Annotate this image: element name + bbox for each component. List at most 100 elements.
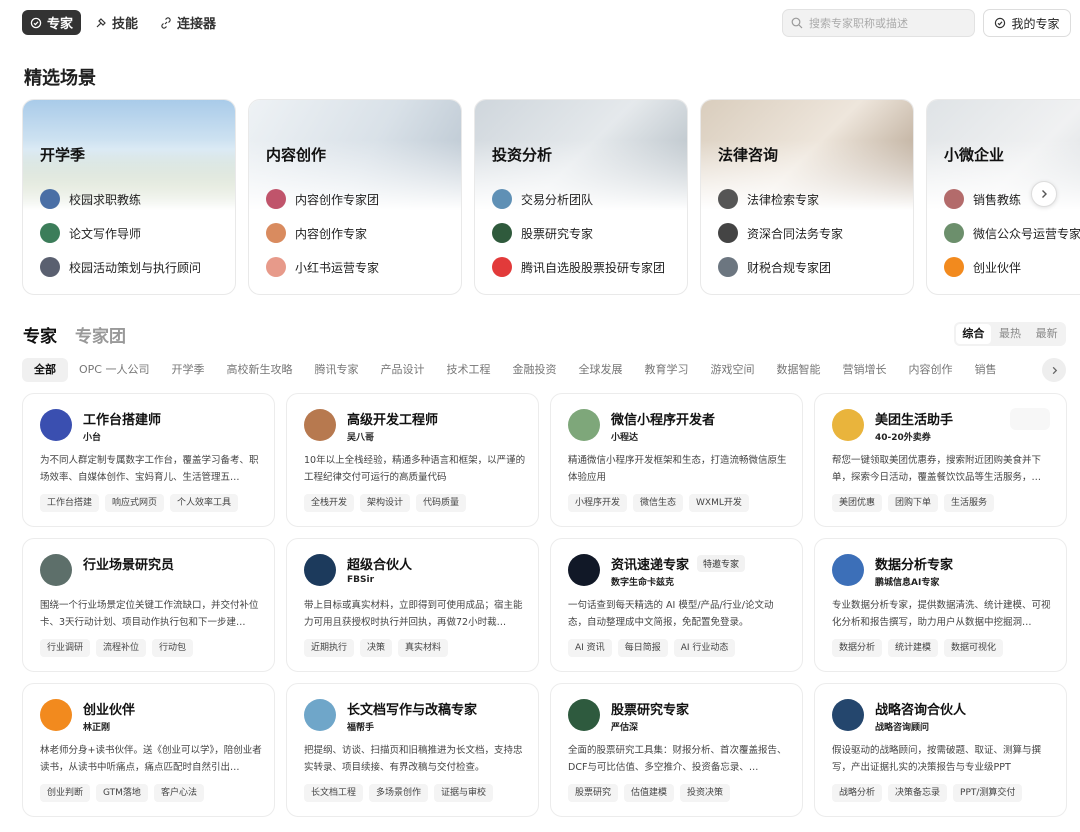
my-experts-button[interactable]: 我的专家 [983,9,1071,37]
expert-name: 股票研究专家 [611,703,690,718]
expert-card[interactable]: 创业伙伴 林正刚 林老师分身+读书伙伴。送《创业可以学》，陪创业者读书，从读书中听痛… [22,683,275,817]
expert-card[interactable]: 数据分析专家 鹏城信息AI专家 专业数据分析专家，提供数据清洗、统计建模、可视化分析… [814,538,1067,672]
sort-overall[interactable]: 综合 [956,324,991,344]
tab-expert-list[interactable]: 专家 [23,322,57,347]
expert-description: 假设驱动的战略顾问，按需破题、取证、测算与撰写，产出证据扎实的决策报告与专业级P… [832,745,1042,773]
tag: 个人效率工具 [170,494,239,512]
scene-card[interactable]: 内容创作 内容创作专家团 内容创作专家 小红书运营专家 [248,99,462,295]
category-chip[interactable]: 技术工程 [435,358,501,382]
category-chip[interactable]: 金融投资 [501,358,567,382]
scene-item-label: 校园求职教练 [69,192,142,207]
expert-author: 鹏城信息AI专家 [875,578,940,588]
tab-connectors[interactable]: 连接器 [152,10,224,35]
expert-name-row: 战略咨询合伙人 [875,699,966,718]
tag: 投资决策 [680,784,731,802]
expert-card[interactable]: 美团生活助手 40-20外卖券 帮您一键领取美团优惠券，搜索附近团购美食并下单，探索… [814,393,1067,527]
scene-item[interactable]: 交易分析团队 [492,182,665,216]
scene-item[interactable]: 资深合同法务专家 [718,216,843,250]
search-box[interactable] [782,9,975,37]
expert-card[interactable]: 战略咨询合伙人战略咨询顾问假设驱动的战略顾问，按需破题、取证、测算与撰写，产出证… [814,683,1067,817]
scene-item-label: 股票研究专家 [521,226,594,241]
scene-item[interactable]: 创业伙伴 [944,250,1080,284]
expert-card[interactable]: 高级开发工程师 吴八哥 10年以上全栈经验，精通多种语言和框架，以严谨的工程纪律交付… [286,393,539,527]
search-icon [791,17,803,29]
scene-item[interactable]: 内容创作专家 [266,216,379,250]
tag: 架构设计 [360,494,411,512]
tab-skills[interactable]: 技能 [87,10,146,35]
scene-item[interactable]: 法律检索专家 [718,182,843,216]
category-chip[interactable]: 销售 [963,358,1007,382]
expert-author: 战略咨询顾问 [875,723,930,733]
sort-hot[interactable]: 最热 [993,324,1028,344]
expert-name-row: 工作台搭建师 [83,409,161,428]
avatar [832,699,864,731]
avatar [40,189,60,209]
scene-card[interactable]: 投资分析 交易分析团队 股票研究专家 腾讯自选股股票投研专家团 [474,99,688,295]
scene-item[interactable]: 校园求职教练 [40,182,201,216]
scene-item[interactable]: 销售教练 [944,182,1080,216]
expert-card[interactable]: 超级合伙人 FBSir 带上目标或真实材料，立即得到可使用成品；宿主能力可用且获授权… [286,538,539,672]
tag-list: 创业判断 GTM落地 客户心法 [40,784,204,802]
scene-item[interactable]: 内容创作专家团 [266,182,379,216]
tag-list: 小程序开发 微信生态 WXML开发 [568,494,749,512]
scene-card[interactable]: 法律咨询 法律检索专家 资深合同法务专家 财税合规专家团 [700,99,914,295]
expert-card[interactable]: 微信小程序开发者 小程达 精通微信小程序开发框架和生态，打造流畅微信原生体验应用 小程… [550,393,803,527]
category-chip[interactable]: 产品设计 [369,358,435,382]
tag: 工作台搭建 [40,494,100,512]
avatar [944,223,964,243]
scene-item-label: 法律检索专家 [747,192,820,207]
scene-item[interactable]: 微信公众号运营专家 [944,216,1080,250]
categories-next-button[interactable] [1042,358,1066,382]
tab-experts[interactable]: 专家 [22,10,82,35]
scene-card[interactable]: 开学季 校园求职教练 论文写作导师 校园活动策划与执行顾问 [22,99,236,295]
scene-item[interactable]: 财税合规专家团 [718,250,843,284]
top-bar: 专家 技能 连接器 我的专家 [0,0,1080,48]
scene-item[interactable]: 腾讯自选股股票投研专家团 [492,250,665,284]
category-chip[interactable]: 教育学习 [633,358,699,382]
search-input[interactable] [809,16,959,30]
sort-newest[interactable]: 最新 [1029,324,1064,344]
scene-item[interactable]: 股票研究专家 [492,216,665,250]
scene-item[interactable]: 论文写作导师 [40,216,201,250]
tag: 行动包 [152,639,194,657]
tag: 每日简报 [617,639,668,657]
avatar [568,699,600,731]
scene-card[interactable]: 小微企业 销售教练 微信公众号运营专家 创业伙伴 [926,99,1080,295]
expert-card[interactable]: 工作台搭建师 小台 为不同人群定制专属数字工作台，覆盖学习备考、职场效率、自媒体创作… [22,393,275,527]
top-nav: 专家 技能 连接器 [22,10,224,35]
avatar [304,699,336,731]
scene-item[interactable]: 小红书运营专家 [266,250,379,284]
expert-card[interactable]: 股票研究专家 严估深 全面的股票研究工具集：财报分析、首次覆盖报告、DCF与可比估值… [550,683,803,817]
expert-card[interactable]: 资讯速递专家 特邀专家 数字生命卡兹克 一句话查到每天精选的 AI 模型/产品/行业/… [550,538,803,672]
skill-icon [96,17,106,27]
scenes-next-button[interactable] [1031,181,1057,207]
tag: 小程序开发 [568,494,628,512]
scene-list: 内容创作专家团 内容创作专家 小红书运营专家 [266,182,379,284]
category-chip[interactable]: 全球发展 [567,358,633,382]
expert-card[interactable]: 长文档写作与改稿专家 福帮手 把提纲、访谈、扫描页和旧稿推进为长文档，支持忠实转录、… [286,683,539,817]
category-chip[interactable]: 高校新生攻略 [215,358,303,382]
tab-team-list[interactable]: 专家团 [75,322,126,347]
tag: 响应式网页 [105,494,165,512]
tag: 估值建模 [624,784,675,802]
category-chip[interactable]: 腾讯专家 [303,358,369,382]
category-chip[interactable]: 游戏空间 [699,358,765,382]
category-chip[interactable]: OPC 一人公司 [68,358,160,382]
tag: WXML开发 [689,494,749,512]
avatar [492,257,512,277]
expert-author: 数字生命卡兹克 [611,578,675,588]
tag: 全栈开发 [304,494,355,512]
expert-author: 严估深 [611,723,639,733]
category-chip[interactable]: 营销增长 [831,358,897,382]
category-chip[interactable]: 开学季 [160,358,215,382]
category-chip[interactable]: 全部 [22,358,68,382]
expert-card[interactable]: 行业场景研究员 围绕一个行业场景定位关键工作流缺口，并交付补位卡、3天行动计划、项… [22,538,275,672]
chevron-right-icon [1052,366,1057,374]
scene-list: 销售教练 微信公众号运营专家 创业伙伴 [944,182,1080,284]
scene-item[interactable]: 校园活动策划与执行顾问 [40,250,201,284]
tag-list: 行业调研 流程补位 行动包 [40,639,194,657]
expert-icon [995,17,1006,29]
expert-name: 资讯速递专家 [611,558,690,573]
category-chip[interactable]: 数据智能 [765,358,831,382]
category-chip[interactable]: 内容创作 [897,358,963,382]
